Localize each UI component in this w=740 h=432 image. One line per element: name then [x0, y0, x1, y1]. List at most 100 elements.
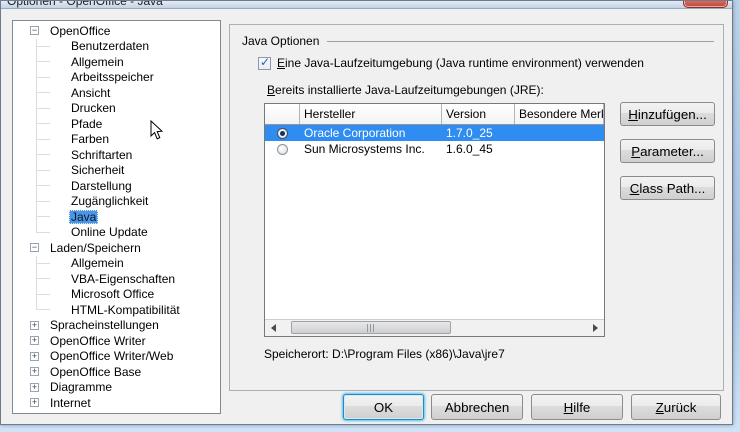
expand-icon[interactable]: + [30, 398, 39, 407]
tree-connector [36, 77, 50, 78]
tree-item-label: Farben [69, 132, 111, 146]
tree-item-label: Online Update [69, 225, 150, 239]
tree-item-diagramme[interactable]: + Diagramme [13, 380, 220, 396]
tree-item-openoffice-writer-web[interactable]: + OpenOffice Writer/Web [13, 349, 220, 365]
group-title: Java Optionen [242, 34, 319, 48]
tree-item-allgemein[interactable]: Allgemein [13, 54, 220, 70]
tree-connector [36, 46, 50, 47]
tree-connector [36, 92, 50, 93]
jre-table[interactable]: Hersteller Version Besondere Merkmale Or… [264, 103, 605, 337]
collapse-icon[interactable]: − [30, 243, 39, 252]
scroll-right-icon[interactable] [587, 320, 604, 336]
tree-item-openoffice-base[interactable]: + OpenOffice Base [13, 364, 220, 380]
tree-item-microsoft-office[interactable]: Microsoft Office [13, 287, 220, 303]
jre-table-body: Oracle Corporation1.7.0_25Sun Microsyste… [265, 125, 604, 157]
tree-connector [36, 294, 50, 295]
tree-connector [36, 216, 50, 217]
tree-connector [36, 154, 50, 155]
tree-item-label: Zugänglichkeit [69, 194, 150, 208]
checkbox-label: Eine Java-Laufzeitumgebung (Java runtime… [277, 56, 644, 70]
tree-item-allgemein[interactable]: Allgemein [13, 256, 220, 272]
tree-item-openoffice[interactable]: −OpenOffice [13, 23, 220, 39]
ok-button[interactable]: OK [343, 394, 424, 420]
options-tree[interactable]: −OpenOfficeBenutzerdatenAllgemeinArbeits… [12, 20, 221, 414]
cancel-button[interactable]: Abbrechen [431, 394, 523, 420]
vendor-column-header[interactable]: Hersteller [300, 104, 442, 124]
tree-item-label: Pfade [69, 117, 104, 131]
tree-item-label: Arbeitsspeicher [69, 70, 156, 84]
tree-item-label: VBA-Eigenschaften [69, 272, 177, 286]
jre-row[interactable]: Oracle Corporation1.7.0_25 [265, 125, 604, 141]
tree-connector [36, 263, 50, 264]
tree-item-zug-nglichkeit[interactable]: Zugänglichkeit [13, 194, 220, 210]
group-rule [327, 41, 714, 42]
scrollbar-thumb[interactable] [291, 321, 451, 334]
tree-item-spracheinstellungen[interactable]: +Spracheinstellungen [13, 318, 220, 334]
add-button[interactable]: Hinzufügen... [620, 102, 715, 126]
horizontal-scrollbar[interactable] [265, 319, 604, 336]
expand-icon[interactable]: + [30, 383, 39, 392]
help-button[interactable]: Hilfe [531, 394, 623, 420]
jre-row[interactable]: Sun Microsystems Inc.1.6.0_45 [265, 141, 604, 157]
collapse-icon[interactable]: − [30, 26, 39, 35]
tree-item-label: Internet [48, 396, 93, 410]
tree-connector [36, 170, 50, 171]
tree-item-label: Ansicht [69, 86, 112, 100]
tree-item-openoffice-writer[interactable]: + OpenOffice Writer [13, 333, 220, 349]
tree-item-laden-speichern[interactable]: −Laden/Speichern [13, 240, 220, 256]
tree-item-farben[interactable]: Farben [13, 132, 220, 148]
tree-connector [36, 201, 50, 202]
tree-item-label: OpenOffice Base [48, 365, 143, 379]
version-column-header[interactable]: Version [442, 104, 515, 124]
tree-item-darstellung[interactable]: Darstellung [13, 178, 220, 194]
tree-connector [36, 185, 50, 186]
tree-item-pfade[interactable]: Pfade [13, 116, 220, 132]
tree-connector [36, 232, 50, 233]
scroll-left-icon[interactable] [265, 320, 282, 336]
jre-radio-icon[interactable] [277, 144, 288, 155]
tree-item-label: Laden/Speichern [48, 241, 143, 255]
jre-vendor: Oracle Corporation [300, 126, 442, 140]
options-dialog: Optionen - OpenOffice - Java −OpenOffice… [0, 0, 733, 425]
expand-icon[interactable]: + [30, 321, 39, 330]
expand-icon[interactable]: + [30, 336, 39, 345]
window-title: Optionen - OpenOffice - Java [7, 1, 163, 8]
close-icon[interactable] [683, 1, 728, 8]
tree-item-online-update[interactable]: Online Update [13, 225, 220, 241]
features-column-header[interactable]: Besondere Merkmale [515, 104, 604, 124]
tree-item-vba-eigenschaften[interactable]: VBA-Eigenschaften [13, 271, 220, 287]
tree-connector [36, 108, 50, 109]
tree-item-label: Drucken [69, 101, 118, 115]
jre-radio-icon[interactable] [277, 128, 288, 139]
tree-item-label: OpenOffice Writer [48, 334, 148, 348]
classpath-button[interactable]: Class Path... [620, 176, 715, 200]
checkbox-icon[interactable]: ✓ [258, 57, 271, 70]
tree-connector [36, 309, 50, 310]
tree-item-arbeitsspeicher[interactable]: Arbeitsspeicher [13, 70, 220, 86]
tree-connector [36, 61, 50, 62]
tree-connector [36, 139, 50, 140]
tree-item-internet[interactable]: + Internet [13, 395, 220, 411]
titlebar[interactable]: Optionen - OpenOffice - Java [1, 1, 732, 9]
parameter-button[interactable]: Parameter... [620, 139, 715, 163]
tree-item-java[interactable]: Java [13, 209, 220, 225]
java-options-frame: Java Optionen ✓ Eine Java-Laufzeitumgebu… [229, 24, 724, 391]
back-button[interactable]: Zurück [631, 394, 721, 420]
expand-icon[interactable]: + [30, 367, 39, 376]
tree-item-ansicht[interactable]: Ansicht [13, 85, 220, 101]
jre-table-empty-area [265, 157, 604, 319]
group-header: Java Optionen [242, 34, 714, 48]
tree-item-drucken[interactable]: Drucken [13, 101, 220, 117]
radio-column-header [265, 104, 300, 124]
tree-item-label: Benutzerdaten [69, 39, 151, 53]
tree-item-benutzerdaten[interactable]: Benutzerdaten [13, 39, 220, 55]
tree-item-label: Allgemein [69, 256, 126, 270]
tree-item-label: Diagramme [48, 380, 114, 394]
tree-item-label: OpenOffice Writer/Web [48, 349, 175, 363]
expand-icon[interactable]: + [30, 352, 39, 361]
java-runtime-checkbox-row[interactable]: ✓ Eine Java-Laufzeitumgebung (Java runti… [258, 56, 644, 70]
tree-item-html-kompatibilit-t[interactable]: HTML-Kompatibilität [13, 302, 220, 318]
tree-item-schriftarten[interactable]: Schriftarten [13, 147, 220, 163]
tree-item-label: Sicherheit [69, 163, 126, 177]
tree-item-sicherheit[interactable]: Sicherheit [13, 163, 220, 179]
